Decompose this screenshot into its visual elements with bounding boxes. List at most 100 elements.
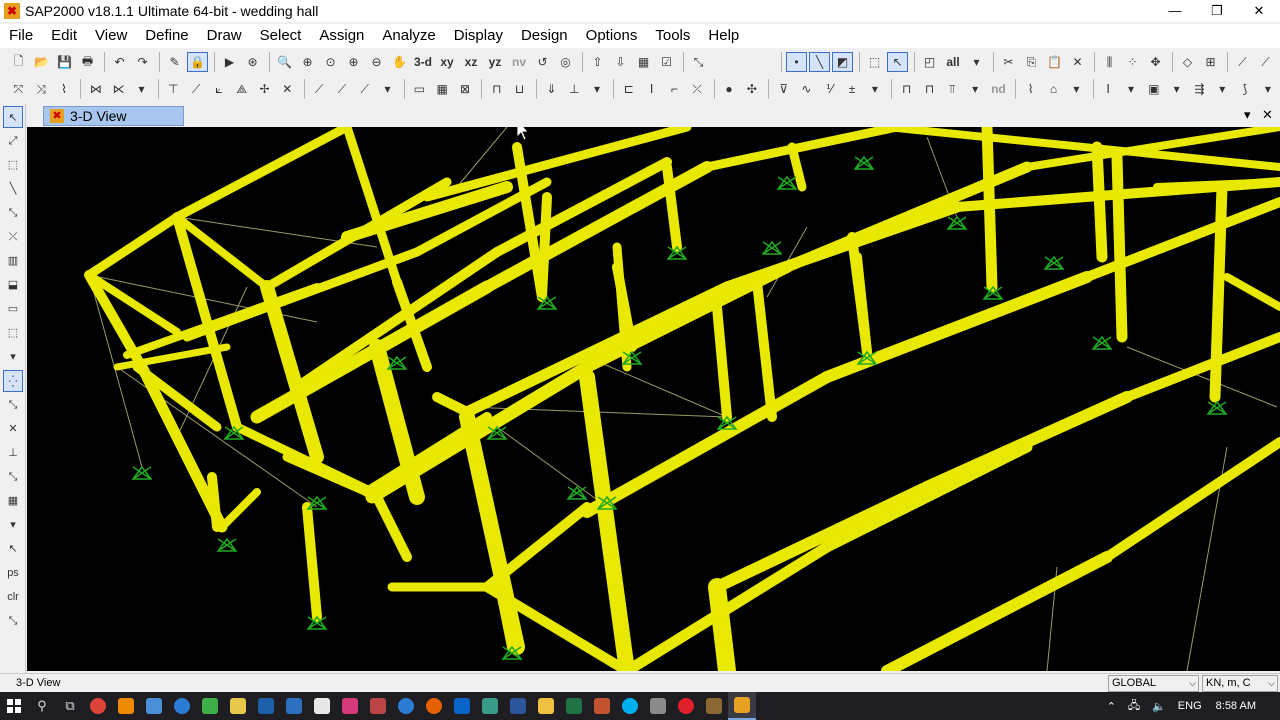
lock-icon[interactable]: 🔒 <box>187 52 208 72</box>
quick-draw-area-icon[interactable]: ⬚ <box>3 322 23 344</box>
display-response-icon[interactable]: ⅟ <box>819 79 840 99</box>
replicate-icon[interactable]: ⫼ <box>1099 52 1120 72</box>
dropdown-icon[interactable]: ▾ <box>1166 79 1187 99</box>
store-app-icon[interactable] <box>644 692 672 720</box>
area-dropdown-icon[interactable]: ▾ <box>377 79 398 99</box>
assign-mass-icon[interactable]: ⋉ <box>108 79 129 99</box>
outlook-app-icon[interactable] <box>448 692 476 720</box>
search-icon[interactable]: ⚲ <box>28 692 56 720</box>
snap-ends-icon[interactable]: ⤡ <box>3 394 23 416</box>
menu-help[interactable]: Help <box>699 24 748 48</box>
dropdown-icon[interactable]: ▾ <box>3 514 23 536</box>
task-view-icon[interactable]: ⧉ <box>56 692 84 720</box>
minimize-button[interactable]: — <box>1154 0 1196 22</box>
snap-fine-grid-icon[interactable]: ▦ <box>3 490 23 512</box>
select-pointer-icon[interactable]: ↖ <box>887 52 908 72</box>
teamviewer-app-icon[interactable] <box>168 692 196 720</box>
display-virtual-work-icon[interactable]: ✣ <box>741 79 762 99</box>
paste-icon[interactable]: 📋 <box>1044 52 1065 72</box>
frame-offset-icon[interactable]: ⟀ <box>208 79 229 99</box>
snap-perpendicular-icon[interactable]: ⊥ <box>3 442 23 464</box>
assign-constraint-icon[interactable]: ⋈ <box>85 79 106 99</box>
snap-lines-icon[interactable]: ╲ <box>809 52 830 72</box>
dropdown-icon[interactable]: ▾ <box>965 79 986 99</box>
file-app-icon[interactable] <box>308 692 336 720</box>
zoom-window-icon[interactable]: 🔍 <box>274 52 295 72</box>
get-previous-selection-icon[interactable]: ps <box>3 562 23 584</box>
excel-app-icon[interactable] <box>560 692 588 720</box>
quick-draw-frame-icon[interactable]: ⤡ <box>3 202 23 224</box>
undo-icon[interactable]: ↶ <box>109 52 130 72</box>
quick-braces-icon[interactable]: ⤫ <box>3 226 23 248</box>
steel-design-icon[interactable]: ⫪ <box>942 79 963 99</box>
firefox-app-icon[interactable] <box>420 692 448 720</box>
display-influence-icon[interactable]: ⊽ <box>773 79 794 99</box>
concrete-design-icon[interactable]: ⊓ <box>919 79 940 99</box>
frame-release-icon[interactable]: ⟋ <box>186 79 207 99</box>
open-file-icon[interactable]: 📂 <box>31 52 52 72</box>
notepad-app-icon[interactable] <box>224 692 252 720</box>
restore-button[interactable]: ❐ <box>1196 0 1238 22</box>
frame-axes-icon[interactable]: ✢ <box>254 79 275 99</box>
snap-lines-edges-icon[interactable]: ⤡ <box>3 466 23 488</box>
snap-intersect-icon[interactable]: ◩ <box>832 52 853 72</box>
model-viewport-3d[interactable] <box>27 127 1280 671</box>
lane-icon[interactable]: ⌂ <box>1043 79 1064 99</box>
select-all-icon[interactable]: ↖ <box>3 538 23 560</box>
bridge-icon[interactable]: ⌇ <box>1020 79 1041 99</box>
draw-frame-line-icon[interactable]: ╲ <box>3 178 23 200</box>
vlc-app-icon[interactable] <box>112 692 140 720</box>
frame-property-icon[interactable]: ✕ <box>277 79 298 99</box>
menu-select[interactable]: Select <box>251 24 311 48</box>
file-explorer-app-icon[interactable] <box>532 692 560 720</box>
menu-draw[interactable]: Draw <box>198 24 251 48</box>
dropdown-icon[interactable]: ▾ <box>587 79 608 99</box>
section-designer-icon[interactable]: Ⅰ <box>1098 79 1119 99</box>
maps-app-icon[interactable] <box>476 692 504 720</box>
export-icon[interactable]: ⇶ <box>1189 79 1210 99</box>
photos-app-icon[interactable] <box>364 692 392 720</box>
new-file-icon[interactable]: 🗋 <box>8 52 29 72</box>
plugin-icon[interactable]: ⟆ <box>1235 79 1256 99</box>
skype-app-icon[interactable] <box>616 692 644 720</box>
display-forces-icon[interactable]: ⤫ <box>687 79 708 99</box>
frame-section-icon[interactable]: ⊤ <box>163 79 184 99</box>
view-xz-button[interactable]: xz <box>460 52 482 72</box>
pointer-tool-icon[interactable]: ↖ <box>3 106 23 128</box>
select-window-icon[interactable]: ⬚ <box>864 52 885 72</box>
draw-rect-area-icon[interactable]: ▭ <box>3 298 23 320</box>
solid-section-icon[interactable]: ▭ <box>409 79 430 99</box>
dropdown-icon[interactable]: ▾ <box>1212 79 1233 99</box>
move-icon[interactable]: ✥ <box>1145 52 1166 72</box>
close-button[interactable]: ✕ <box>1238 0 1280 22</box>
frame-design-icon[interactable]: ⊓ <box>896 79 917 99</box>
joint-load-icon[interactable]: ⇓ <box>541 79 562 99</box>
cut-icon[interactable]: ✂ <box>998 52 1019 72</box>
dropdown-icon[interactable]: ▾ <box>966 52 987 72</box>
intersecting-line-select-icon[interactable]: ⤡ <box>3 610 23 632</box>
draw-poly-area-icon[interactable]: ⬓ <box>3 274 23 296</box>
view-3d-button[interactable]: 3-d <box>412 52 434 72</box>
previous-select-icon[interactable]: ◰ <box>919 52 940 72</box>
print-icon[interactable]: 🖶 <box>77 52 98 72</box>
menu-options[interactable]: Options <box>577 24 647 48</box>
chevron-up-icon[interactable]: ⌃ <box>1107 700 1116 713</box>
snap-joints-icon[interactable]: ⁛ <box>3 370 23 392</box>
reshape-tool-icon[interactable]: ⤢ <box>3 130 23 152</box>
draw-joint-icon[interactable]: ⬚ <box>3 154 23 176</box>
rotate-icon[interactable]: ↺ <box>532 52 553 72</box>
menu-tools[interactable]: Tools <box>646 24 699 48</box>
opera-app-icon[interactable] <box>672 692 700 720</box>
snap-intersections-icon[interactable]: ✕ <box>3 418 23 440</box>
dropdown-icon[interactable]: ▾ <box>1257 79 1278 99</box>
draw-frame-icon[interactable]: ⟋ <box>1232 52 1253 72</box>
dropdown-icon[interactable]: ▾ <box>131 79 152 99</box>
perspective-icon[interactable]: ◎ <box>555 52 576 72</box>
menu-file[interactable]: File <box>0 24 42 48</box>
network-icon[interactable]: 🖧 <box>1128 697 1140 716</box>
tab-3d-view[interactable]: ✖ 3-D View <box>43 106 184 126</box>
frame-load-icon[interactable]: ⊥ <box>564 79 585 99</box>
close-view-icon[interactable]: ✕ <box>1262 107 1273 123</box>
run-options-icon[interactable]: ⊛ <box>242 52 263 72</box>
display-deformed-icon[interactable]: ⌐ <box>664 79 685 99</box>
